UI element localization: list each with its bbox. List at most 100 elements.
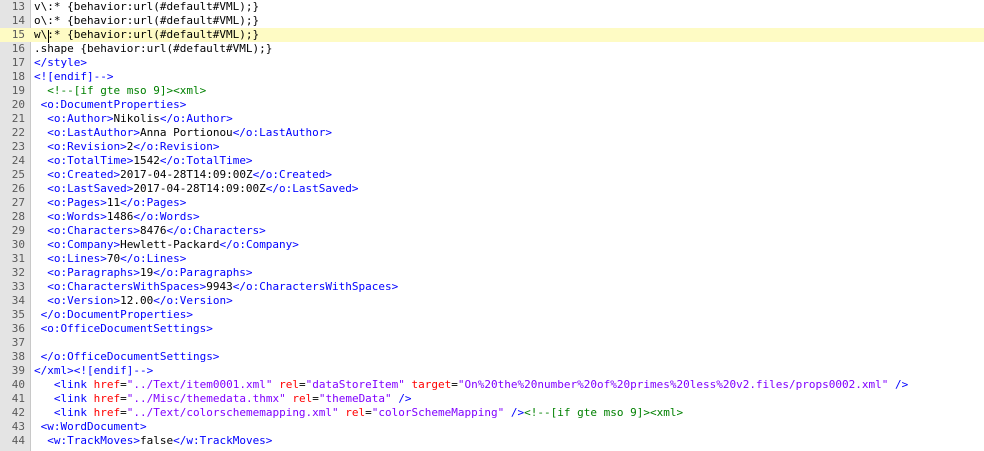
code-line[interactable]: 43 <w:WordDocument>: [0, 420, 984, 434]
code-line[interactable]: 31 <o:Lines>70</o:Lines>: [0, 252, 984, 266]
syntax-token: [34, 252, 47, 265]
syntax-token: <o:Version>: [47, 294, 121, 307]
code-line[interactable]: 29 <o:Characters>8476</o:Characters>: [0, 224, 984, 238]
line-number: 40: [11, 378, 25, 391]
line-content[interactable]: <o:Words>1486</o:Words>: [34, 210, 200, 224]
line-number: 30: [11, 238, 25, 251]
code-line[interactable]: 26 <o:LastSaved>2017-04-28T14:09:00Z</o:…: [0, 182, 984, 196]
code-line[interactable]: 17 </style>: [0, 56, 984, 70]
line-number: 35: [11, 308, 25, 321]
syntax-token: [34, 98, 41, 111]
code-lines[interactable]: 13 v\:* {behavior:url(#default#VML);} 14 o\…: [0, 0, 984, 448]
line-content[interactable]: </o:OfficeDocumentSettings>: [34, 350, 220, 364]
code-line[interactable]: 38 </o:OfficeDocumentSettings>: [0, 350, 984, 364]
syntax-token: href: [93, 392, 121, 405]
line-content[interactable]: o\:* {behavior:url(#default#VML);}: [34, 14, 259, 28]
syntax-token: <![endif]-->: [73, 364, 154, 377]
code-line[interactable]: 14 o\:* {behavior:url(#default#VML);}: [0, 14, 984, 28]
syntax-token: rel: [292, 392, 313, 405]
syntax-token: </o:Words>: [133, 210, 200, 223]
syntax-token: 12.00: [120, 294, 154, 307]
line-content[interactable]: .shape {behavior:url(#default#VML);}: [34, 42, 272, 56]
code-line[interactable]: 25 <o:Created>2017-04-28T14:09:00Z</o:Cr…: [0, 168, 984, 182]
syntax-token: <!--[if gte mso 9]><xml>: [524, 406, 684, 419]
code-line[interactable]: 24 <o:TotalTime>1542</o:TotalTime>: [0, 154, 984, 168]
line-content[interactable]: <!--[if gte mso 9]><xml>: [34, 84, 206, 98]
line-content[interactable]: <o:Created>2017-04-28T14:09:00Z</o:Creat…: [34, 168, 332, 182]
line-content[interactable]: <o:Company>Hewlett-Packard</o:Company>: [34, 238, 299, 252]
code-line[interactable]: 15 w\:* {behavior:url(#default#VML);}: [0, 28, 984, 42]
syntax-token: [34, 392, 54, 405]
line-content[interactable]: <w:TrackMoves>false</w:TrackMoves>: [34, 434, 272, 448]
code-line[interactable]: 42 <link href="../Text/colorschememappin…: [0, 406, 984, 420]
code-line[interactable]: 21 <o:Author>Nikolis</o:Author>: [0, 112, 984, 126]
line-content[interactable]: <link href="../Text/colorschememapping.x…: [34, 406, 683, 420]
syntax-token: [87, 392, 94, 405]
syntax-token: Hewlett-Packard: [120, 238, 220, 251]
syntax-token: =: [365, 406, 372, 419]
code-line[interactable]: 32 <o:Paragraphs>19</o:Paragraphs>: [0, 266, 984, 280]
code-line[interactable]: 13 v\:* {behavior:url(#default#VML);}: [0, 0, 984, 14]
code-line[interactable]: 40 <link href="../Text/item0001.xml" rel…: [0, 378, 984, 392]
line-content[interactable]: <o:Lines>70</o:Lines>: [34, 252, 186, 266]
code-line[interactable]: 19 <!--[if gte mso 9]><xml>: [0, 84, 984, 98]
code-line[interactable]: 36 <o:OfficeDocumentSettings>: [0, 322, 984, 336]
code-line[interactable]: 23 <o:Revision>2</o:Revision>: [0, 140, 984, 154]
line-content[interactable]: </style>: [34, 56, 87, 70]
syntax-token: [34, 224, 47, 237]
line-content[interactable]: <o:TotalTime>1542</o:TotalTime>: [34, 154, 253, 168]
syntax-token: </o:TotalTime>: [159, 154, 253, 167]
line-content[interactable]: <o:Paragraphs>19</o:Paragraphs>: [34, 266, 252, 280]
code-line[interactable]: 28 <o:Words>1486</o:Words>: [0, 210, 984, 224]
line-content[interactable]: <o:CharactersWithSpaces>9943</o:Characte…: [34, 280, 398, 294]
code-line[interactable]: 16 .shape {behavior:url(#default#VML);}: [0, 42, 984, 56]
syntax-token: />: [895, 378, 909, 391]
line-content[interactable]: <o:Pages>11</o:Pages>: [34, 196, 186, 210]
line-content[interactable]: <o:Author>Nikolis</o:Author>: [34, 112, 232, 126]
syntax-token: .shape {behavior:url(#default#VML);}: [34, 42, 273, 55]
line-number: 13: [11, 0, 25, 13]
code-line[interactable]: 34 <o:Version>12.00</o:Version>: [0, 294, 984, 308]
code-line[interactable]: 37: [0, 336, 984, 350]
code-line[interactable]: 39 </xml><![endif]-->: [0, 364, 984, 378]
syntax-token: Nikolis: [113, 112, 160, 125]
line-content[interactable]: <o:LastSaved>2017-04-28T14:09:00Z</o:Las…: [34, 182, 358, 196]
line-content[interactable]: <o:Revision>2</o:Revision>: [34, 140, 219, 154]
line-content[interactable]: <o:Characters>8476</o:Characters>: [34, 224, 266, 238]
line-content[interactable]: v\:* {behavior:url(#default#VML);}: [34, 0, 259, 14]
line-number: 39: [11, 364, 25, 377]
line-content[interactable]: <o:DocumentProperties>: [34, 98, 187, 112]
code-line[interactable]: 44 <w:TrackMoves>false</w:TrackMoves>: [0, 434, 984, 448]
syntax-token: 2017-04-28T14:09:00Z: [120, 168, 253, 181]
code-editor[interactable]: 13 v\:* {behavior:url(#default#VML);} 14 o\…: [0, 0, 984, 451]
line-content[interactable]: <o:Version>12.00</o:Version>: [34, 294, 232, 308]
line-number: 42: [11, 406, 25, 419]
line-content[interactable]: </xml><![endif]-->: [34, 364, 153, 378]
syntax-token: target: [411, 378, 452, 391]
syntax-token: </o:Created>: [252, 168, 333, 181]
line-content[interactable]: <w:WordDocument>: [34, 420, 147, 434]
line-content[interactable]: <link href="../Misc/themedata.thmx" rel=…: [34, 392, 412, 406]
syntax-token: =: [451, 378, 458, 391]
line-number: 37: [11, 336, 25, 349]
code-line[interactable]: 33 <o:CharactersWithSpaces>9943</o:Chara…: [0, 280, 984, 294]
line-number: 33: [11, 280, 25, 293]
syntax-token: "dataStoreItem": [305, 378, 405, 391]
code-line[interactable]: 30 <o:Company>Hewlett-Packard</o:Company…: [0, 238, 984, 252]
syntax-token: [34, 308, 41, 321]
line-content[interactable]: w\:* {behavior:url(#default#VML);}: [34, 28, 259, 42]
line-content[interactable]: <o:LastAuthor>Anna Portionou</o:LastAuth…: [34, 126, 332, 140]
code-line[interactable]: 27 <o:Pages>11</o:Pages>: [0, 196, 984, 210]
line-content[interactable]: <o:OfficeDocumentSettings>: [34, 322, 213, 336]
code-line[interactable]: 18 <![endif]-->: [0, 70, 984, 84]
code-line[interactable]: 20 <o:DocumentProperties>: [0, 98, 984, 112]
syntax-token: "themeData": [318, 392, 392, 405]
code-line[interactable]: 22 <o:LastAuthor>Anna Portionou</o:LastA…: [0, 126, 984, 140]
line-content[interactable]: </o:DocumentProperties>: [34, 308, 193, 322]
line-content[interactable]: <link href="../Text/item0001.xml" rel="d…: [34, 378, 908, 392]
syntax-token: <link: [53, 392, 87, 405]
syntax-token: </style>: [34, 56, 87, 69]
code-line[interactable]: 35 </o:DocumentProperties>: [0, 308, 984, 322]
code-line[interactable]: 41 <link href="../Misc/themedata.thmx" r…: [0, 392, 984, 406]
line-content[interactable]: <![endif]-->: [34, 70, 113, 84]
